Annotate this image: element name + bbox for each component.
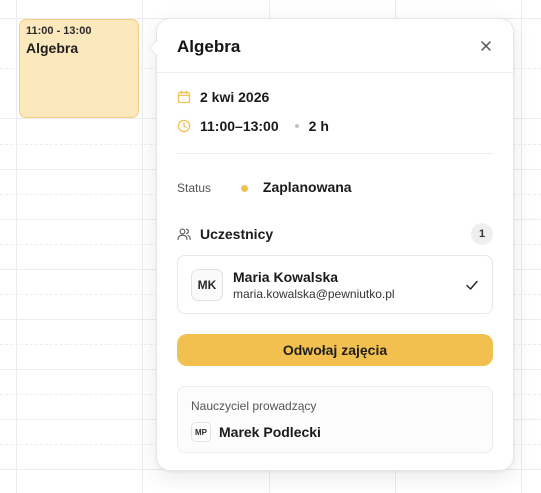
avatar: MK: [191, 268, 223, 301]
clock-icon: [177, 119, 191, 133]
check-icon: [466, 280, 478, 290]
participants-header: Uczestnicy 1: [177, 223, 493, 245]
popover-title: Algebra: [177, 37, 241, 56]
event-time-range: 11:00–13:00: [200, 118, 279, 134]
calendar-event-algebra[interactable]: 11:00 - 13:00 Algebra: [19, 19, 139, 118]
cancel-class-button[interactable]: Odwołaj zajęcia: [177, 334, 493, 366]
status-dot: [241, 185, 249, 192]
status-label: Status: [177, 181, 212, 195]
event-date-row: 2 kwi 2026: [177, 89, 269, 105]
teacher-name: Marek Podlecki: [219, 424, 321, 440]
participant-email: maria.kowalska@pewniutko.pl: [233, 286, 395, 301]
participants-label: Uczestnicy: [200, 226, 274, 242]
teacher-label: Nauczyciel prowadzący: [191, 399, 317, 413]
close-button[interactable]: [479, 39, 493, 53]
participant-card[interactable]: MK Maria Kowalska maria.kowalska@pewniut…: [177, 255, 493, 314]
popover-header: Algebra: [157, 19, 513, 73]
close-icon: [481, 41, 491, 51]
participant-info: Maria Kowalska maria.kowalska@pewniutko.…: [233, 269, 395, 301]
users-icon: [177, 228, 191, 241]
teacher-avatar: MP: [191, 422, 211, 442]
teacher-row: MP Marek Podlecki: [191, 422, 479, 442]
event-duration: 2 h: [308, 118, 329, 134]
participant-name: Maria Kowalska: [233, 268, 339, 285]
status-value: Zaplanowana: [262, 179, 352, 195]
section-divider: [177, 153, 493, 154]
event-details-popover: Algebra 2 kwi 2026 11:00–13:00 2 h Statu…: [148, 18, 514, 471]
event-date: 2 kwi 2026: [200, 89, 270, 105]
participants-count-badge: 1: [471, 223, 493, 245]
calendar-icon: [177, 90, 191, 104]
teacher-card: Nauczyciel prowadzący MP Marek Podlecki: [177, 386, 493, 453]
event-title: Algebra: [26, 40, 79, 56]
event-time-row: 11:00–13:00 2 h: [177, 118, 329, 134]
status-row: Status Zaplanowana: [177, 179, 493, 197]
event-time: 11:00 - 13:00: [26, 25, 92, 37]
separator-dot: [294, 124, 299, 128]
